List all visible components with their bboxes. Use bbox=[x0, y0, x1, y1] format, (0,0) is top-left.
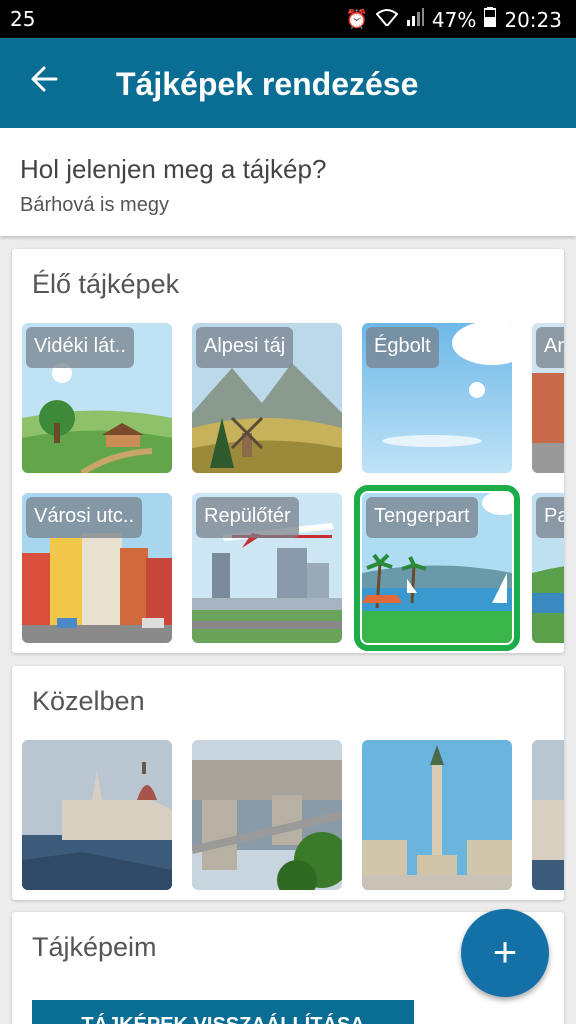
section-title: Közelben bbox=[32, 686, 145, 716]
section-title: Tájképeim bbox=[32, 932, 157, 962]
clock: 20:23 bbox=[504, 7, 562, 32]
signal-icon bbox=[406, 8, 424, 31]
add-button[interactable]: + bbox=[461, 909, 549, 997]
plus-icon: + bbox=[492, 928, 518, 975]
alarm-icon: ⏰ bbox=[345, 9, 368, 30]
chain-bridge-image bbox=[192, 740, 342, 890]
tile-countryside[interactable]: Vidéki lát.. bbox=[22, 323, 172, 473]
location-question: Hol jelenjen meg a tájkép? bbox=[20, 154, 327, 184]
notification-count: 25 bbox=[10, 7, 36, 31]
location-selector[interactable]: Hol jelenjen meg a tájkép? Bárhová is me… bbox=[0, 128, 576, 236]
tile-label: Vidéki lát.. bbox=[26, 327, 134, 368]
tile-city-street[interactable]: Városi utc.. bbox=[22, 493, 172, 643]
status-bar: 25 ⏰ 47% 20:23 bbox=[0, 0, 576, 38]
tile-label: Városi utc.. bbox=[26, 497, 143, 538]
live-landscapes-card: Élő tájképek Vidéki lát.. Alpesi táj Égb… bbox=[12, 249, 564, 653]
tile-seaside[interactable]: Tengerpart bbox=[354, 485, 520, 651]
section-title: Élő tájképek bbox=[32, 269, 180, 299]
tile-park[interactable]: Pa bbox=[532, 493, 564, 643]
wifi-icon bbox=[375, 8, 399, 31]
battery-icon bbox=[483, 7, 498, 32]
tile-label: Tengerpart bbox=[366, 497, 478, 538]
photo-chain-bridge[interactable] bbox=[192, 740, 342, 890]
tile-label: Alpesi táj bbox=[196, 327, 294, 368]
photo-parliament[interactable] bbox=[22, 740, 172, 890]
photo-heroes-square[interactable] bbox=[362, 740, 512, 890]
nearby-card: Közelben bbox=[12, 666, 564, 900]
tile-label: An bbox=[536, 327, 564, 368]
parliament-image bbox=[22, 740, 172, 890]
tile-label: Repülőtér bbox=[196, 497, 299, 538]
restore-landscapes-button[interactable]: TÁJKÉPEK VISSZAÁLLÍTÁSA bbox=[32, 1000, 414, 1024]
tile-label: Égbolt bbox=[366, 327, 439, 368]
app-bar: Tájképek rendezése bbox=[0, 38, 576, 128]
tile-alpine[interactable]: Alpesi táj bbox=[192, 323, 342, 473]
status-icons: ⏰ 47% 20:23 bbox=[345, 7, 562, 32]
tile-airport[interactable]: Repülőtér bbox=[192, 493, 342, 643]
page-title: Tájképek rendezése bbox=[116, 66, 419, 102]
photo-parliament-partial[interactable] bbox=[532, 740, 564, 890]
back-button[interactable] bbox=[30, 64, 62, 100]
parliament-partial-image bbox=[532, 740, 564, 890]
tile-label: Pa bbox=[536, 497, 564, 538]
location-answer: Bárhová is megy bbox=[20, 194, 169, 216]
arrow-left-icon bbox=[31, 66, 58, 92]
battery-percent: 47% bbox=[431, 7, 477, 32]
tile-town[interactable]: An bbox=[532, 323, 564, 473]
heroes-square-image bbox=[362, 740, 512, 890]
tile-sky[interactable]: Égbolt bbox=[362, 323, 512, 473]
